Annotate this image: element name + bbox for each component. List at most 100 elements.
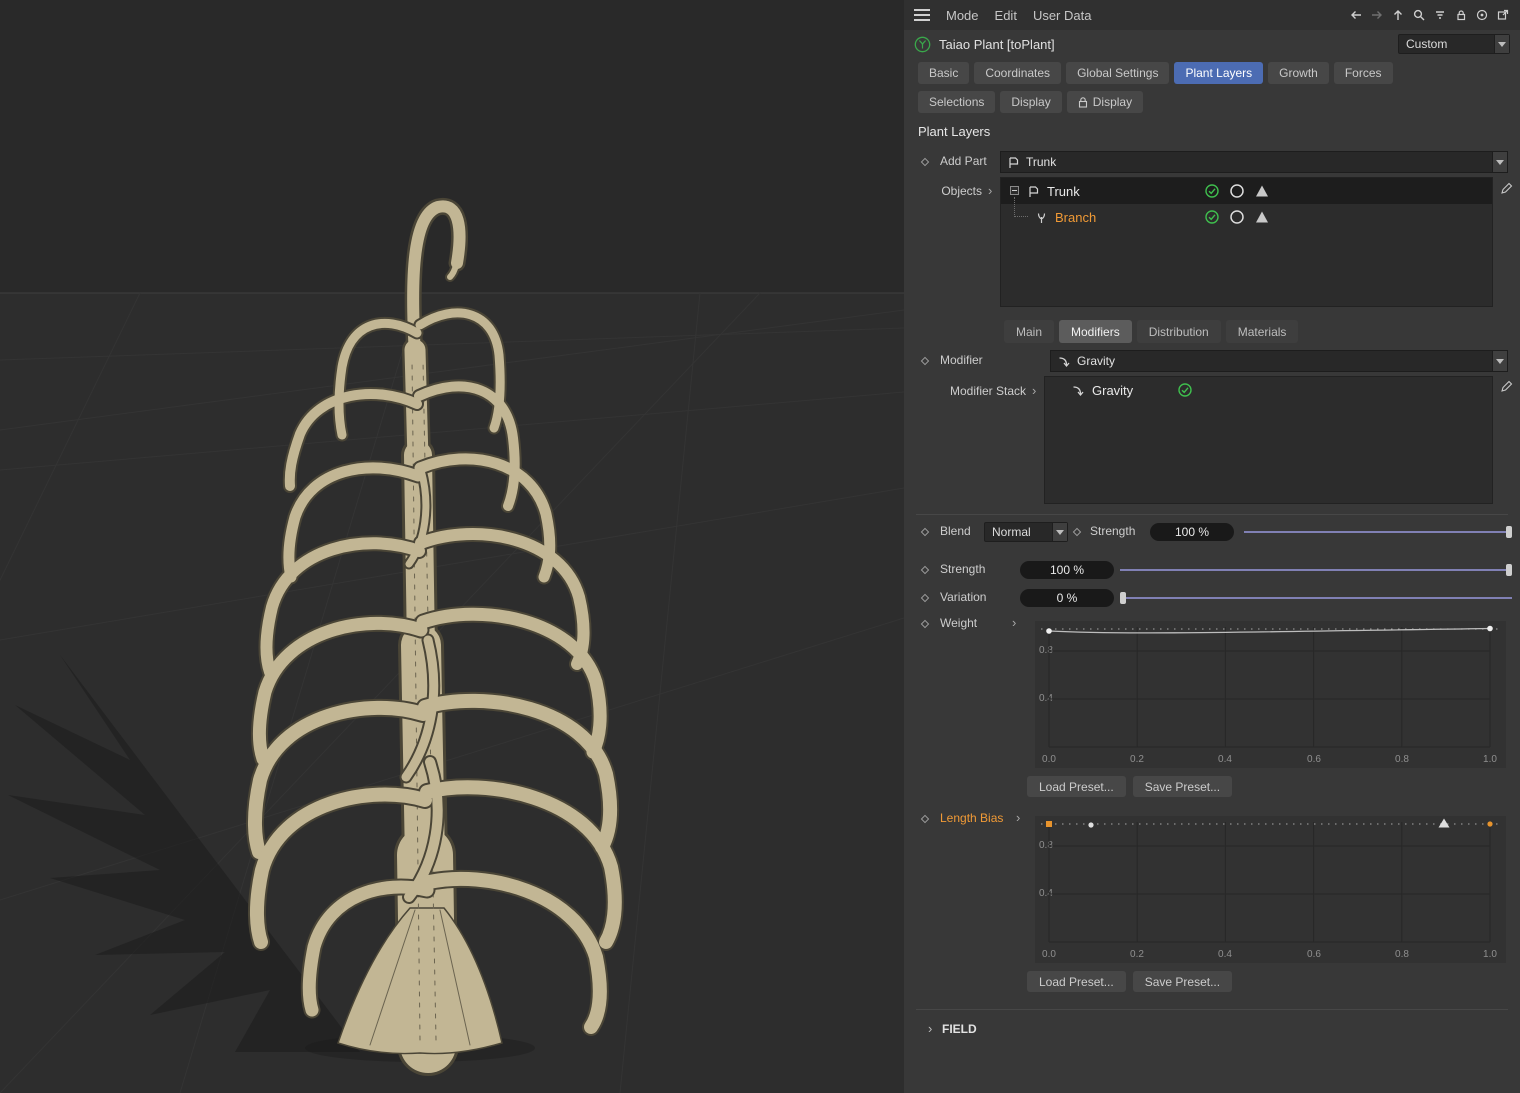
- strength-slider[interactable]: [1120, 561, 1512, 579]
- key-diamond-icon[interactable]: [921, 566, 929, 574]
- edit-pencil-icon[interactable]: [1500, 181, 1514, 195]
- tab-row-2: Selections Display Display: [918, 91, 1143, 113]
- subtab-main[interactable]: Main: [1004, 320, 1054, 343]
- key-diamond-icon[interactable]: [921, 357, 929, 365]
- load-preset-button[interactable]: Load Preset...: [1027, 776, 1126, 797]
- subtab-materials[interactable]: Materials: [1226, 320, 1299, 343]
- subtab-row: Main Modifiers Distribution Materials: [1004, 320, 1298, 343]
- length-bias-preset-buttons: Load Preset... Save Preset...: [1027, 971, 1232, 992]
- variation-row: Variation 0 %: [904, 587, 1520, 609]
- bias-marker-triangle: [1439, 819, 1450, 828]
- modifier-row: Modifier Gravity: [904, 350, 1520, 372]
- subtab-modifiers[interactable]: Modifiers: [1059, 320, 1132, 343]
- length-bias-plot-area[interactable]: [1049, 822, 1490, 942]
- blend-dropdown-arrow[interactable]: [1052, 523, 1067, 541]
- weight-xtick-02: 0.2: [1122, 754, 1152, 765]
- key-diamond-icon[interactable]: [921, 158, 929, 166]
- gravity-icon: [1057, 355, 1071, 368]
- enabled-check-icon[interactable]: [1205, 210, 1219, 224]
- menu-user-data[interactable]: User Data: [1033, 8, 1092, 23]
- visibility-circle-icon[interactable]: [1230, 210, 1244, 224]
- preset-dropdown[interactable]: Custom: [1398, 34, 1510, 54]
- variation-value[interactable]: 0 %: [1020, 589, 1114, 607]
- objects-expander-chevron[interactable]: ›: [988, 183, 992, 198]
- modifier-stack-chevron[interactable]: ›: [1032, 383, 1036, 398]
- tab-display-lock-label: Display: [1093, 95, 1132, 109]
- key-diamond-icon[interactable]: [921, 528, 929, 536]
- filter-icon[interactable]: [1433, 8, 1447, 22]
- key-diamond-icon[interactable]: [921, 594, 929, 602]
- plant-object-icon: [914, 36, 931, 53]
- forward-icon[interactable]: [1370, 8, 1384, 22]
- key-diamond-icon[interactable]: [921, 815, 929, 823]
- length-bias-xtick-08: 0.8: [1387, 949, 1417, 960]
- tab-plant-layers[interactable]: Plant Layers: [1174, 62, 1263, 84]
- hamburger-menu-icon[interactable]: [914, 9, 930, 21]
- weight-spline-graph[interactable]: 0.8 0.4 0.0 0.2 0.4 0.6 0.8 1.0: [1035, 621, 1506, 768]
- length-bias-spline-graph[interactable]: 0.8 0.4 0.0 0.2 0.4 0.6 0.8 1.0: [1035, 816, 1506, 963]
- tab-display-lock[interactable]: Display: [1067, 91, 1143, 113]
- save-preset-button[interactable]: Save Preset...: [1133, 776, 1232, 797]
- preset-dropdown-arrow[interactable]: [1494, 35, 1509, 53]
- weight-xtick-10: 1.0: [1475, 754, 1505, 765]
- trunk-expander-icon[interactable]: [1010, 186, 1019, 195]
- visibility-circle-icon[interactable]: [1230, 184, 1244, 198]
- tab-basic[interactable]: Basic: [918, 62, 969, 84]
- key-diamond-icon[interactable]: [1073, 528, 1081, 536]
- add-part-dropdown-arrow[interactable]: [1492, 152, 1507, 172]
- tab-coordinates[interactable]: Coordinates: [974, 62, 1061, 84]
- blend-row: Blend Normal Strength 100 %: [904, 521, 1520, 543]
- target-icon[interactable]: [1475, 8, 1489, 22]
- weight-label: Weight: [940, 616, 977, 630]
- stack-row-gravity[interactable]: Gravity: [1045, 377, 1492, 403]
- modifier-stack-box[interactable]: Gravity: [1044, 376, 1493, 504]
- add-part-dropdown[interactable]: Trunk: [1000, 151, 1508, 173]
- enabled-check-icon[interactable]: [1178, 383, 1192, 397]
- field-section-header[interactable]: › FIELD: [904, 1020, 1520, 1040]
- strength-value[interactable]: 100 %: [1020, 561, 1114, 579]
- blend-mode-dropdown[interactable]: Normal: [984, 522, 1068, 542]
- menu-mode[interactable]: Mode: [946, 8, 979, 23]
- trunk-row-label: Trunk: [1047, 184, 1080, 199]
- field-expander-chevron[interactable]: ›: [928, 1021, 932, 1036]
- tree-row-trunk[interactable]: Trunk: [1001, 178, 1492, 204]
- length-bias-expander-chevron[interactable]: ›: [1016, 810, 1020, 825]
- subtab-distribution[interactable]: Distribution: [1137, 320, 1221, 343]
- variation-slider[interactable]: [1120, 589, 1512, 607]
- load-preset-button[interactable]: Load Preset...: [1027, 971, 1126, 992]
- tree-row-branch[interactable]: Branch: [1001, 204, 1492, 230]
- edit-pencil-icon[interactable]: [1500, 379, 1514, 393]
- search-icon[interactable]: [1412, 8, 1426, 22]
- bias-marker-orange-square: [1046, 821, 1052, 827]
- tab-forces[interactable]: Forces: [1334, 62, 1393, 84]
- enabled-check-icon[interactable]: [1205, 184, 1219, 198]
- tab-selections[interactable]: Selections: [918, 91, 995, 113]
- bias-marker-orange-dot: [1487, 821, 1492, 826]
- tab-growth[interactable]: Growth: [1268, 62, 1329, 84]
- tab-row-1: Basic Coordinates Global Settings Plant …: [918, 62, 1393, 84]
- field-section-label: FIELD: [942, 1022, 977, 1036]
- menu-edit[interactable]: Edit: [995, 8, 1017, 23]
- modifier-dropdown[interactable]: Gravity: [1050, 350, 1508, 372]
- key-diamond-icon[interactable]: [921, 620, 929, 628]
- back-icon[interactable]: [1349, 8, 1363, 22]
- up-arrow-icon[interactable]: [1391, 8, 1405, 22]
- objects-tree-box[interactable]: Trunk Branch: [1000, 177, 1493, 307]
- external-link-icon[interactable]: [1496, 8, 1510, 22]
- object-title: Taiao Plant [toPlant]: [939, 37, 1055, 52]
- save-preset-button[interactable]: Save Preset...: [1133, 971, 1232, 992]
- length-bias-xtick-04: 0.4: [1210, 949, 1240, 960]
- lock-icon[interactable]: [1454, 8, 1468, 22]
- render-triangle-icon[interactable]: [1255, 184, 1269, 198]
- modifier-dropdown-arrow[interactable]: [1492, 351, 1507, 371]
- viewport-3d[interactable]: [0, 0, 904, 1093]
- weight-expander-chevron[interactable]: ›: [1012, 615, 1016, 630]
- attribute-manager-panel: Mode Edit User Data Taiao Plant [toPlant…: [904, 0, 1520, 1093]
- divider: [916, 514, 1508, 515]
- weight-plot-area[interactable]: [1049, 627, 1490, 747]
- render-triangle-icon[interactable]: [1255, 210, 1269, 224]
- blend-strength-slider[interactable]: [1244, 523, 1512, 541]
- tab-display[interactable]: Display: [1000, 91, 1061, 113]
- tab-global-settings[interactable]: Global Settings: [1066, 62, 1169, 84]
- blend-strength-value[interactable]: 100 %: [1150, 523, 1234, 541]
